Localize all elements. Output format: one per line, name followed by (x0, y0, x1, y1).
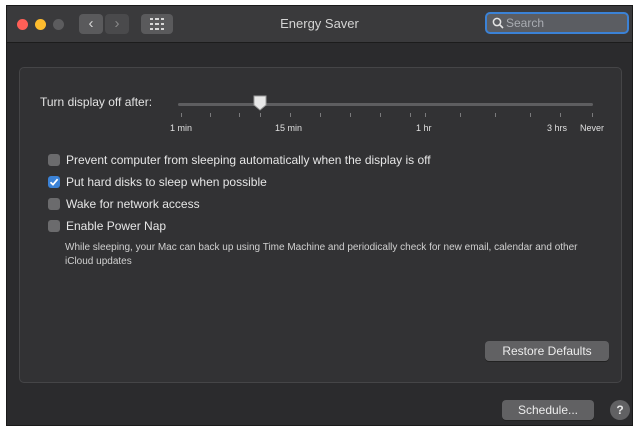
option-label: Prevent computer from sleeping automatic… (66, 153, 431, 167)
slider-thumb[interactable] (253, 95, 267, 111)
slider-tick (592, 113, 593, 117)
tick-label-3-hrs: 3 hrs (547, 123, 568, 133)
checkmark-icon (49, 178, 59, 186)
slider-tick (560, 113, 561, 117)
settings-panel: Turn display off after: 1 min 15 min 1 h… (19, 67, 622, 383)
preferences-window: ‹ › Energy Saver Search Turn display off… (6, 5, 633, 426)
slider-tick (239, 113, 240, 117)
tick-label-1-min: 1 min (170, 123, 193, 133)
power-nap-description: While sleeping, your Mac can back up usi… (65, 242, 578, 267)
slider-tick (181, 113, 182, 117)
help-button[interactable]: ? (610, 400, 630, 420)
slider-tick (290, 113, 291, 117)
slider-tick (425, 113, 426, 117)
slider-tick (260, 113, 261, 117)
display-off-label: Turn display off after: (40, 95, 153, 109)
prevent-sleep-checkbox[interactable] (48, 154, 60, 166)
title-bar: ‹ › Energy Saver (7, 6, 632, 43)
hard-disk-sleep-checkbox[interactable] (48, 176, 60, 188)
option-label: Put hard disks to sleep when possible (66, 175, 267, 189)
power-nap-checkbox[interactable] (48, 220, 60, 232)
tick-label-1-hr: 1 hr (416, 123, 432, 133)
wake-network-checkbox[interactable] (48, 198, 60, 210)
tick-label-never: Never (580, 123, 605, 133)
slider-tick (350, 113, 351, 117)
slider-tick (410, 113, 411, 117)
slider-tick (380, 113, 381, 117)
tick-label-15-min: 15 min (275, 123, 303, 133)
slider-tick (210, 113, 211, 117)
restore-defaults-button[interactable]: Restore Defaults (485, 341, 609, 361)
search-icon (492, 17, 504, 29)
search-input[interactable] (506, 15, 624, 31)
search-field[interactable] (485, 12, 629, 34)
slider-tick (460, 113, 461, 117)
option-label: Wake for network access (66, 197, 200, 211)
schedule-button[interactable]: Schedule... (502, 400, 594, 420)
slider-tick (495, 113, 496, 117)
slider-tick (530, 113, 531, 117)
option-label: Enable Power Nap (66, 219, 167, 233)
display-off-slider[interactable] (178, 103, 593, 106)
slider-tick (320, 113, 321, 117)
